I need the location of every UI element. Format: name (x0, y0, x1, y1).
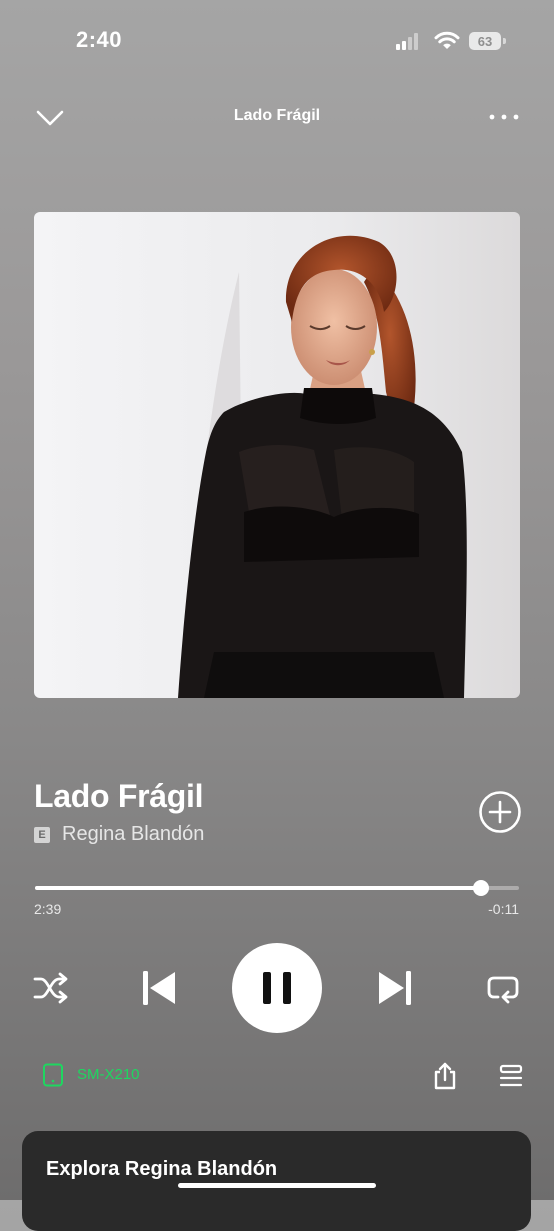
plus-circle-icon (479, 791, 521, 833)
pause-icon (263, 972, 291, 1004)
connected-device-name[interactable]: SM-X210 (77, 1066, 140, 1083)
skip-next-icon (379, 971, 411, 1005)
battery-icon: 63 (469, 32, 501, 50)
skip-previous-icon (143, 971, 175, 1005)
elapsed-time: 2:39 (34, 901, 62, 917)
battery-tip (503, 38, 506, 44)
remaining-time: -0:11 (488, 901, 519, 917)
artwork-image (34, 212, 520, 698)
progress-bar[interactable] (35, 880, 519, 896)
explicit-badge: E (34, 827, 50, 843)
more-icon (489, 114, 519, 120)
explore-artist-card[interactable] (22, 1131, 531, 1231)
next-button[interactable] (376, 968, 414, 1008)
queue-icon (499, 1064, 523, 1087)
add-to-library-button[interactable] (478, 790, 522, 834)
track-title[interactable]: Lado Frágil (34, 778, 203, 815)
signal-icon (396, 33, 418, 50)
pause-button[interactable] (232, 943, 322, 1033)
share-button[interactable] (432, 1062, 458, 1090)
tablet-device-icon[interactable] (42, 1063, 64, 1087)
more-options-button[interactable] (484, 104, 524, 130)
wifi-icon (434, 31, 460, 49)
repeat-icon (487, 976, 519, 1004)
share-icon (434, 1062, 456, 1090)
status-time: 2:40 (76, 27, 123, 52)
progress-fill (35, 886, 481, 890)
battery-level: 63 (477, 33, 493, 49)
home-indicator (178, 1183, 376, 1188)
previous-button[interactable] (140, 968, 178, 1008)
album-artwork (34, 212, 520, 698)
header-title: Lado Frágil (233, 107, 321, 124)
queue-button[interactable] (498, 1063, 524, 1089)
artist-name[interactable]: Regina Blandón (62, 823, 204, 846)
progress-thumb[interactable] (473, 880, 489, 896)
shuffle-button[interactable] (32, 970, 70, 1006)
shuffle-icon (33, 972, 68, 1004)
repeat-button[interactable] (484, 970, 522, 1006)
explore-artist-title: Explora Regina Blandón (46, 1158, 278, 1180)
